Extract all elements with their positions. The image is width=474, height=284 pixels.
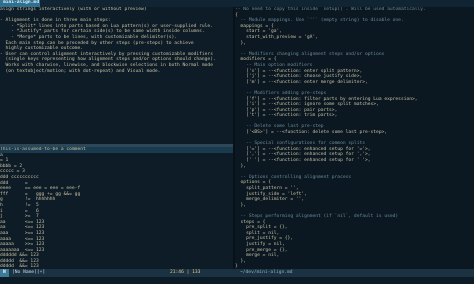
tabline: mini-align.md bbox=[0, 0, 474, 7]
editor-pane-right[interactable]: -- No need to copy this inside `setup()`… bbox=[235, 7, 474, 269]
statusline-filename: [No Name][+] bbox=[12, 270, 46, 275]
command-line[interactable] bbox=[0, 277, 474, 284]
editor-pane-top-left[interactable]: align strings interactively (with or wit… bbox=[0, 7, 233, 144]
code-line: Works with charwise, linewise, and block… bbox=[0, 62, 213, 68]
tabline-fill bbox=[40, 0, 474, 7]
statusline: N [No Name][+] 21:46 | 133 ~/dev/mini-al… bbox=[0, 269, 474, 277]
tab-mini-align[interactable]: mini-align.md bbox=[0, 0, 42, 7]
mode-indicator: N bbox=[0, 269, 9, 277]
code-line: (on textobject/motion; with dot-repeat) … bbox=[0, 68, 161, 74]
right-pane-filename: ~/dev/mini-align.md bbox=[240, 270, 293, 275]
editor-pane-bottom-left[interactable]: This-is-assumed-to-be a comment a = 1 bbbb … bbox=[0, 147, 233, 269]
cursor-position: 21:46 | 133 bbox=[170, 270, 201, 275]
